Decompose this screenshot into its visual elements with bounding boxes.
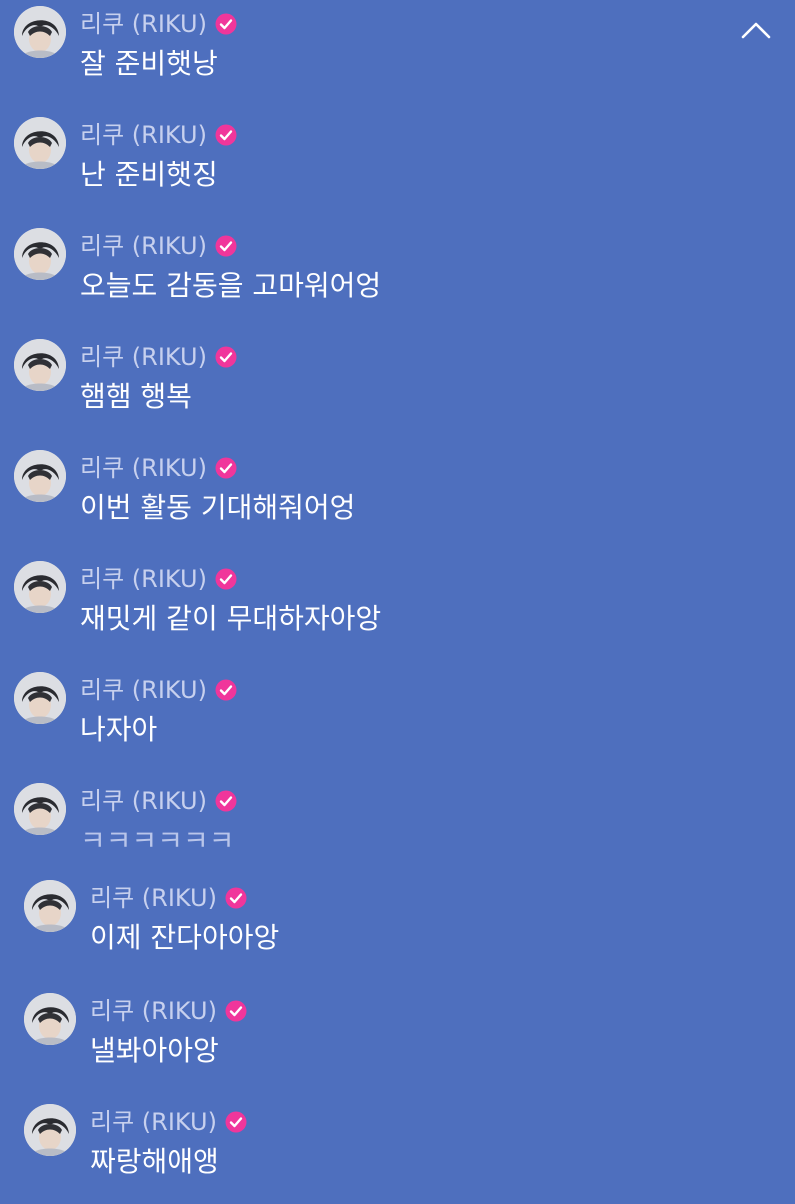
- sender-name[interactable]: 리쿠 (RIKU): [80, 6, 207, 42]
- verified-badge-icon: [215, 790, 237, 812]
- sender-row: 리쿠 (RIKU): [80, 561, 237, 597]
- chat-feed[interactable]: 리쿠 (RIKU) 잘 준비햇낭 리쿠 (RIKU) 난 준비햇징 리쿠 (RI…: [0, 0, 795, 1200]
- message-text: 난 준비햇징: [80, 158, 218, 191]
- message-text: 재밋게 같이 무대하자아앙: [80, 602, 382, 635]
- avatar[interactable]: [14, 228, 66, 280]
- message-text: 오늘도 감동을 고마워어엉: [80, 269, 382, 302]
- sender-row: 리쿠 (RIKU): [80, 339, 237, 375]
- sender-name[interactable]: 리쿠 (RIKU): [80, 117, 207, 153]
- verified-badge-icon: [215, 457, 237, 479]
- avatar[interactable]: [14, 672, 66, 724]
- sender-row: 리쿠 (RIKU): [80, 117, 237, 153]
- sender-row: 리쿠 (RIKU): [90, 880, 247, 916]
- verified-badge-icon: [215, 679, 237, 701]
- message-text: 잘 준비햇낭: [80, 47, 218, 80]
- avatar[interactable]: [14, 6, 66, 58]
- sender-name[interactable]: 리쿠 (RIKU): [80, 672, 207, 708]
- sender-name[interactable]: 리쿠 (RIKU): [80, 561, 207, 597]
- message-text: 이번 활동 기대해줘어엉: [80, 491, 356, 524]
- message-text: 나자아: [80, 713, 158, 746]
- verified-badge-icon: [215, 124, 237, 146]
- verified-badge-icon: [225, 1000, 247, 1022]
- avatar[interactable]: [14, 561, 66, 613]
- sender-row: 리쿠 (RIKU): [80, 783, 237, 819]
- sender-row: 리쿠 (RIKU): [80, 228, 237, 264]
- avatar[interactable]: [14, 339, 66, 391]
- sender-name[interactable]: 리쿠 (RIKU): [90, 880, 217, 916]
- message-text: ㅋㅋㅋㅋㅋㅋ: [80, 824, 235, 857]
- sender-name[interactable]: 리쿠 (RIKU): [80, 450, 207, 486]
- sender-row: 리쿠 (RIKU): [80, 6, 237, 42]
- avatar[interactable]: [14, 117, 66, 169]
- verified-badge-icon: [215, 13, 237, 35]
- verified-badge-icon: [215, 235, 237, 257]
- avatar[interactable]: [14, 450, 66, 502]
- avatar[interactable]: [24, 880, 76, 932]
- sender-name[interactable]: 리쿠 (RIKU): [80, 783, 207, 819]
- verified-badge-icon: [225, 1111, 247, 1133]
- sender-name[interactable]: 리쿠 (RIKU): [90, 1104, 217, 1140]
- sender-name[interactable]: 리쿠 (RIKU): [90, 993, 217, 1029]
- sender-row: 리쿠 (RIKU): [90, 1104, 247, 1140]
- message-text: 햄햄 행복: [80, 380, 192, 413]
- sender-row: 리쿠 (RIKU): [90, 993, 247, 1029]
- verified-badge-icon: [215, 346, 237, 368]
- collapse-button[interactable]: [735, 14, 777, 46]
- sender-row: 리쿠 (RIKU): [80, 450, 237, 486]
- avatar[interactable]: [24, 1104, 76, 1156]
- message-text: 짜랑해애앵: [90, 1145, 219, 1178]
- chevron-up-icon: [741, 22, 771, 39]
- avatar[interactable]: [24, 993, 76, 1045]
- message-text: 낼봐아아앙: [90, 1034, 219, 1067]
- avatar[interactable]: [14, 783, 66, 835]
- sender-row: 리쿠 (RIKU): [80, 672, 237, 708]
- sender-name[interactable]: 리쿠 (RIKU): [80, 339, 207, 375]
- verified-badge-icon: [215, 568, 237, 590]
- message-text: 이제 잔다아아앙: [90, 921, 280, 954]
- verified-badge-icon: [225, 887, 247, 909]
- sender-name[interactable]: 리쿠 (RIKU): [80, 228, 207, 264]
